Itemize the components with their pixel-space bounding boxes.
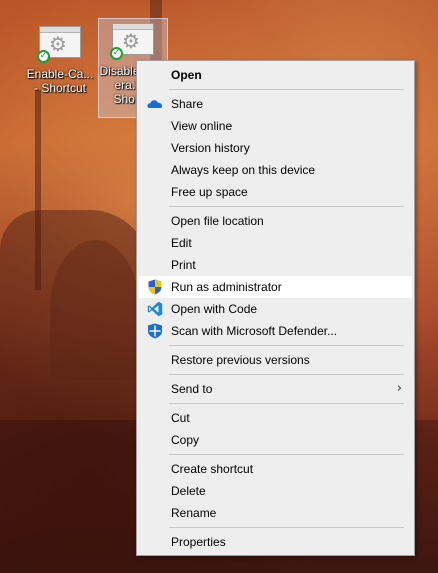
gear-shortcut-icon: ⚙ ✓ [37,26,81,63]
menu-separator [169,89,404,90]
menu-item-cut[interactable]: Cut [137,407,414,429]
background-spire [35,90,41,290]
chevron-right-icon: › [396,381,402,396]
menu-separator [169,206,404,207]
menu-item-free-up-space[interactable]: Free up space [137,181,414,203]
menu-item-send-to[interactable]: Send to › [137,378,414,400]
menu-item-open-with-code[interactable]: Open with Code [137,298,414,320]
menu-item-edit[interactable]: Edit [137,232,414,254]
menu-item-scan-defender[interactable]: Scan with Microsoft Defender... [137,320,414,342]
onedrive-cloud-icon [147,100,163,108]
menu-item-run-as-administrator[interactable]: Run as administrator [139,276,412,298]
vscode-icon [147,301,163,317]
menu-item-delete[interactable]: Delete [137,480,414,502]
menu-item-version-history[interactable]: Version history [137,137,414,159]
uac-shield-icon [148,279,162,295]
context-menu: Open Share View online Version history A… [136,60,415,556]
menu-separator [169,454,404,455]
defender-shield-icon [148,323,162,339]
synced-check-icon: ✓ [110,47,123,60]
menu-item-open[interactable]: Open [137,64,414,86]
menu-separator [169,527,404,528]
menu-item-share[interactable]: Share [137,93,414,115]
menu-item-print[interactable]: Print [137,254,414,276]
menu-item-open-file-location[interactable]: Open file location [137,210,414,232]
menu-item-copy[interactable]: Copy [137,429,414,451]
background-dome [50,240,140,380]
menu-item-restore-previous-versions[interactable]: Restore previous versions [137,349,414,371]
desktop-shortcut-enable-camera[interactable]: ⚙ ✓ Enable-Ca... - Shortcut [25,22,95,116]
gear-shortcut-icon: ⚙ ✓ [110,23,154,60]
menu-item-rename[interactable]: Rename [137,502,414,524]
menu-item-always-keep[interactable]: Always keep on this device [137,159,414,181]
menu-separator [169,403,404,404]
menu-item-create-shortcut[interactable]: Create shortcut [137,458,414,480]
menu-separator [169,345,404,346]
desktop-icon-label: Enable-Ca... - Shortcut [26,67,94,95]
menu-item-properties[interactable]: Properties [137,531,414,553]
synced-check-icon: ✓ [37,50,50,63]
menu-item-view-online[interactable]: View online [137,115,414,137]
menu-separator [169,374,404,375]
